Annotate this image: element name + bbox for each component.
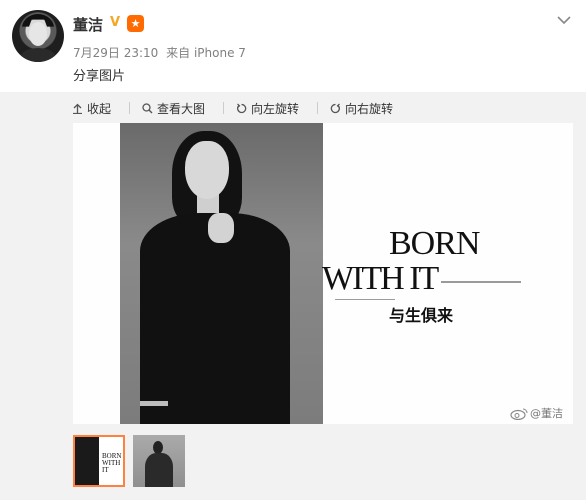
collapse-label: 收起 (87, 101, 112, 116)
magazine-title-chinese: 与生俱来 (389, 306, 454, 325)
divider (317, 102, 319, 114)
post-date[interactable]: 7月29日 23:10 (73, 46, 158, 60)
thumbnail-2[interactable] (133, 435, 185, 487)
more-options-chevron-icon[interactable] (557, 10, 575, 28)
post-image[interactable]: BORN WITH IT 与生俱来 @董洁 (73, 123, 573, 424)
magazine-title-line2: WITH IT (322, 260, 439, 297)
rotate-left-button[interactable]: 向左旋转 (236, 98, 299, 118)
verified-badge-icon[interactable]: V (110, 15, 126, 31)
avatar[interactable] (12, 10, 64, 62)
caption-text-line (441, 281, 521, 283)
media-viewer: 收起 查看大图 向左旋转 向右旋转 BORN WITH IT 与生俱来 @董洁 … (0, 92, 586, 500)
magnifier-icon (142, 102, 153, 113)
watermark-text: @董洁 (530, 407, 563, 420)
weibo-logo-icon (510, 408, 528, 420)
thumbnail-strip: BORN WITH IT (73, 435, 193, 487)
rotate-right-button[interactable]: 向右旋转 (330, 98, 393, 118)
avatar-face (29, 22, 47, 46)
thumbnail-title: BORN WITH IT (102, 452, 122, 474)
username[interactable]: 董洁 (73, 14, 103, 35)
portrait-photo (120, 123, 323, 424)
divider (223, 102, 225, 114)
rotate-right-label: 向右旋转 (345, 101, 394, 116)
divider (129, 102, 131, 114)
post-header: 董洁 V ★ 7月29日 23:10 来自 iPhone 7 分享图片 (0, 0, 586, 92)
medal-icon[interactable]: ★ (127, 15, 144, 32)
thumbnail-photo (75, 437, 99, 485)
credit-text-line (335, 299, 395, 300)
view-large-label: 查看大图 (157, 101, 206, 116)
photo-body (140, 213, 290, 424)
collapse-button[interactable]: 收起 (72, 98, 111, 118)
photo-caption-mark (140, 401, 168, 406)
post-text: 分享图片 (73, 69, 126, 84)
photo-hands (208, 213, 234, 243)
media-toolbar: 收起 查看大图 向左旋转 向右旋转 (72, 98, 411, 118)
rotate-right-icon (330, 103, 341, 113)
rotate-left-icon (237, 103, 247, 113)
image-watermark: @董洁 (510, 405, 563, 421)
photo-face (185, 141, 229, 199)
post-meta: 7月29日 23:10 来自 iPhone 7 (73, 44, 250, 61)
magazine-title-line1: BORN (389, 225, 480, 262)
thumbnail-1[interactable]: BORN WITH IT (73, 435, 125, 487)
avatar-shoulder (20, 48, 56, 62)
collapse-arrow-icon (73, 103, 82, 114)
rotate-left-label: 向左旋转 (251, 101, 300, 116)
thumbnail-figure-body (145, 453, 173, 487)
post-source: 来自 iPhone 7 (166, 46, 246, 60)
view-large-button[interactable]: 查看大图 (142, 98, 205, 118)
